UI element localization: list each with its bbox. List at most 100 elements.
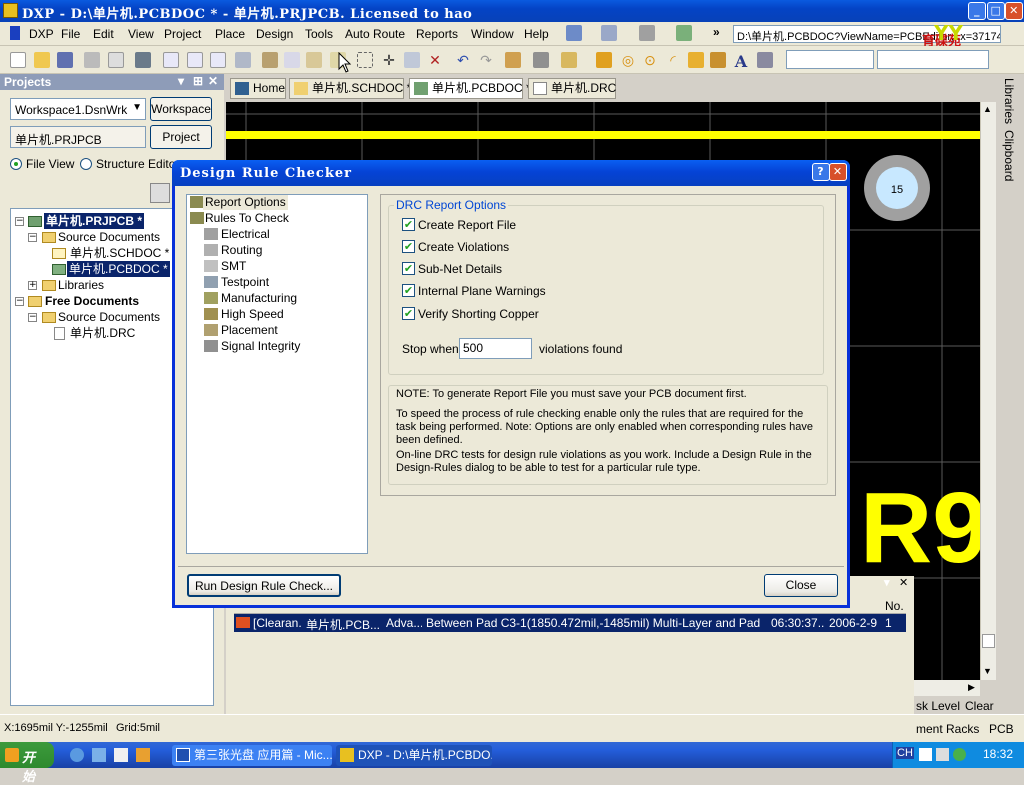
menu-tools[interactable]: Tools [305, 27, 333, 41]
close-dialog-button[interactable]: Close [764, 574, 838, 597]
tree-free-source-documents[interactable]: Source Documents [58, 309, 160, 325]
menu-project[interactable]: Project [164, 27, 201, 41]
tree-schdoc[interactable]: 单片机.SCHDOC * [70, 245, 169, 261]
align-tool-icon[interactable] [601, 25, 617, 41]
layer-combo[interactable] [786, 50, 874, 69]
undo-icon[interactable]: ↶ [455, 52, 471, 68]
collapse-source-icon[interactable]: − [28, 233, 37, 242]
structure-editor-radio[interactable] [80, 158, 92, 170]
zoom-icon[interactable] [235, 52, 251, 68]
component-icon[interactable] [757, 52, 773, 68]
dialog-help-button[interactable]: ? [812, 163, 830, 181]
net-tool-icon[interactable] [676, 25, 692, 41]
create-report-file-checkbox[interactable]: ✔ [402, 218, 415, 231]
collapse-free-source-icon[interactable]: − [28, 313, 37, 322]
tree-signal-integrity[interactable]: Signal Integrity [221, 339, 300, 354]
media-icon[interactable] [136, 748, 150, 762]
close-window-button[interactable]: ✕ [1005, 2, 1023, 20]
tree-rules-to-check[interactable]: Rules To Check [205, 211, 289, 226]
collapse-free-docs-icon[interactable]: − [15, 297, 24, 306]
dialog-close-button[interactable]: ✕ [829, 163, 847, 181]
menu-view[interactable]: View [128, 27, 154, 41]
tree-high-speed[interactable]: High Speed [221, 307, 284, 322]
scroll-up-icon[interactable]: ▲ [983, 104, 992, 114]
tab-drc[interactable]: 单片机.DRC [528, 78, 616, 99]
scroll-thumb[interactable] [982, 634, 995, 648]
tree-source-documents[interactable]: Source Documents [58, 229, 160, 245]
quicklaunch-icon[interactable] [92, 748, 106, 762]
message-row[interactable]: [Clearan... 单片机.PCB... Adva... Between P… [234, 614, 906, 632]
menu-window[interactable]: Window [471, 27, 514, 41]
workspace-select[interactable]: Workspace1.DsnWrk ▼ [10, 98, 146, 120]
tree-libraries[interactable]: Libraries [58, 277, 104, 293]
file-view-radio[interactable] [10, 158, 22, 170]
cut-icon[interactable] [262, 52, 278, 68]
via-icon[interactable]: ⊙ [642, 52, 658, 68]
tree-routing[interactable]: Routing [221, 243, 262, 258]
new-file-icon[interactable] [10, 52, 26, 68]
find-tool-icon[interactable] [639, 25, 655, 41]
menu-edit[interactable]: Edit [93, 27, 114, 41]
libraries-panel-tab[interactable]: Libraries [1002, 78, 1016, 124]
filter-combo[interactable] [877, 50, 989, 69]
create-violations-checkbox[interactable]: ✔ [402, 240, 415, 253]
toolbar-overflow-icon[interactable]: » [713, 25, 720, 39]
panel-pin-icon[interactable]: ⊞ [193, 74, 203, 88]
project-name-field[interactable]: 单片机.PRJPCB [10, 126, 146, 148]
help-icon[interactable] [561, 52, 577, 68]
redo-icon[interactable]: ↷ [478, 52, 494, 68]
window-titlebar[interactable]: DXP - D:\单片机.PCBDOC * - 单片机.PRJPCB. Lice… [0, 0, 1024, 22]
zoom-fit-icon[interactable] [163, 52, 179, 68]
status-tab-racks[interactable]: ment Racks [916, 722, 979, 736]
zoom-area-icon[interactable] [187, 52, 203, 68]
verify-shorting-copper-checkbox[interactable]: ✔ [402, 307, 415, 320]
select-area-icon[interactable] [357, 52, 373, 68]
workspace-button[interactable]: Workspace [150, 97, 212, 121]
menu-place[interactable]: Place [215, 27, 245, 41]
tab-home[interactable]: Home [230, 78, 286, 99]
project-options-icon[interactable] [150, 183, 170, 203]
copy-icon[interactable] [284, 52, 300, 68]
menu-dxp[interactable]: DXP [29, 27, 54, 41]
tab-pcbdoc[interactable]: 单片机.PCBDOC * [409, 78, 531, 99]
horizontal-scrollbar[interactable]: ▶ [914, 680, 980, 696]
zoom-selected-icon[interactable] [210, 52, 226, 68]
paste-icon[interactable] [306, 52, 322, 68]
tree-drc[interactable]: 单片机.DRC [70, 325, 135, 341]
tree-pcbdoc[interactable]: 单片机.PCBDOC * [67, 261, 170, 277]
menu-reports[interactable]: Reports [416, 27, 458, 41]
task-dxp[interactable]: DXP - D:\单片机.PCBDO... [336, 745, 492, 766]
maximize-button[interactable]: □ [987, 2, 1005, 20]
project-button[interactable]: Project [150, 125, 212, 149]
task-word[interactable]: 第三张光盘 应用篇 - Mic... [172, 745, 332, 766]
tree-free-documents[interactable]: Free Documents [45, 293, 139, 309]
menu-file[interactable]: File [61, 27, 80, 41]
status-tab-pcb[interactable]: PCB [989, 722, 1014, 736]
sub-net-details-checkbox[interactable]: ✔ [402, 262, 415, 275]
scroll-down-icon[interactable]: ▼ [983, 666, 992, 676]
string-icon[interactable]: A [733, 52, 749, 71]
internal-plane-warnings-checkbox[interactable]: ✔ [402, 284, 415, 297]
messages-close-icon[interactable]: ✕ [899, 576, 908, 589]
clipboard-panel-tab[interactable]: Clipboard [1002, 130, 1016, 181]
stop-when-input[interactable]: 500 [459, 338, 532, 359]
move-icon[interactable]: ✛ [381, 52, 397, 68]
column-no[interactable]: No. [885, 599, 904, 613]
collapse-project-icon[interactable]: − [15, 217, 24, 226]
pad-icon[interactable]: ◎ [620, 52, 636, 68]
tree-electrical[interactable]: Electrical [221, 227, 270, 242]
minimize-button[interactable]: _ [968, 2, 986, 20]
expand-libraries-icon[interactable]: + [28, 281, 37, 290]
layers-icon[interactable] [135, 52, 151, 68]
arc-icon[interactable]: ◜ [665, 52, 681, 68]
start-button[interactable]: 开始 [0, 742, 54, 784]
clear-icon[interactable]: ✕ [427, 52, 443, 68]
polygon-icon[interactable] [710, 52, 726, 68]
panel-close-icon[interactable]: ✕ [208, 74, 218, 88]
print-icon[interactable] [84, 52, 100, 68]
task-level-label[interactable]: sk Level [916, 699, 960, 713]
crosshair-icon[interactable] [505, 52, 521, 68]
tab-schdoc[interactable]: 单片机.SCHDOC * [289, 78, 411, 99]
ime-indicator[interactable]: CH [896, 747, 914, 759]
tree-report-options[interactable]: Report Options [203, 195, 288, 210]
